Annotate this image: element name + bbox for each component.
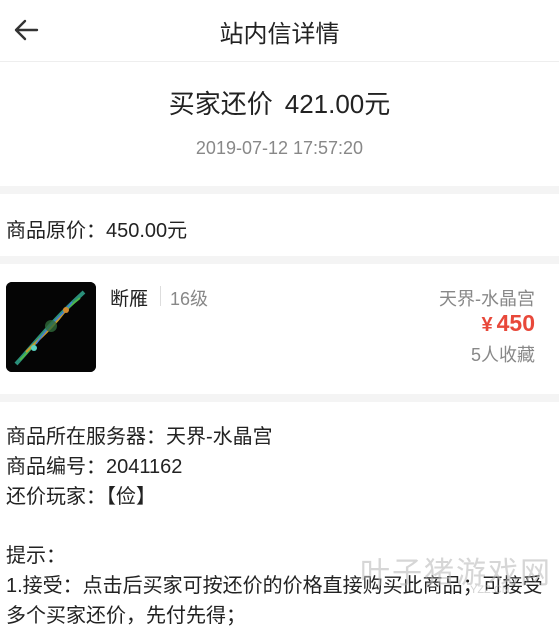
watermark: 叶子猪游戏网	[360, 557, 552, 590]
item-name: 断雁	[110, 289, 149, 310]
original-price: 商品原价：450.00元	[6, 220, 188, 242]
item-level: 16级	[170, 289, 209, 309]
item-id-line: 商品编号：2041162	[6, 456, 183, 478]
offer-price: 421.00元	[284, 89, 391, 119]
offer-heading: 买家还价 421.00元	[0, 84, 559, 121]
offer-details: 商品所在服务器：天界-水晶宫 商品编号：2041162 还价玩家：【俭】	[6, 422, 273, 512]
player-line: 还价玩家：【俭】	[6, 486, 156, 508]
page-title: 站内信详情	[219, 21, 340, 48]
watermark-sub: YZZ.CN	[470, 584, 510, 596]
section-divider	[0, 186, 559, 194]
section-divider	[0, 256, 559, 264]
item-thumbnail	[6, 282, 96, 372]
item-server: 天界-水晶宫	[439, 289, 535, 309]
divider	[160, 286, 161, 306]
item-favorites: 5人收藏	[470, 345, 535, 365]
item-card[interactable]: 断雁 16级 天界-水晶宫 ¥450 5人收藏	[0, 270, 559, 390]
server-line: 商品所在服务器：天界-水晶宫	[6, 426, 273, 448]
section-divider	[0, 394, 559, 402]
weapon-image	[6, 282, 96, 372]
offer-timestamp: 2019-07-12 17:57:20	[195, 138, 364, 158]
item-price-value: 450	[496, 310, 535, 336]
top-navigation-bar: 站内信详情	[0, 0, 559, 62]
item-price: ¥450	[482, 310, 536, 337]
currency-symbol: ¥	[481, 314, 493, 336]
offer-label: 买家还价	[168, 89, 273, 119]
